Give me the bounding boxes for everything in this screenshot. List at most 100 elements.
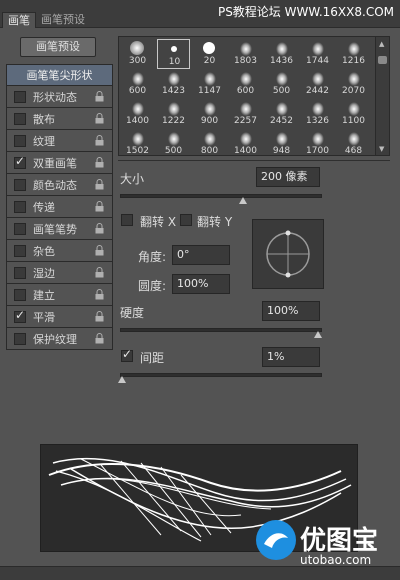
brush-tip-thumbnail: [240, 102, 252, 116]
lock-icon[interactable]: [95, 289, 104, 300]
brush-tip-cell[interactable]: 1423: [157, 69, 190, 99]
option-checkbox[interactable]: [14, 135, 26, 147]
option-checkbox[interactable]: [14, 308, 26, 323]
brush-tip-cell[interactable]: 948: [265, 129, 298, 153]
brush-tip-cell[interactable]: 2070: [337, 69, 370, 99]
hardness-slider-track[interactable]: [120, 328, 322, 332]
brush-tip-cell[interactable]: 600: [121, 69, 154, 99]
option-checkbox[interactable]: [14, 91, 26, 103]
brush-tip-cell[interactable]: 1400: [121, 99, 154, 129]
brush-tip-cell[interactable]: 1502: [121, 129, 154, 153]
spacing-field[interactable]: 1%: [262, 347, 320, 367]
flip-x-label: 翻转 X: [140, 215, 177, 229]
option-checkbox[interactable]: [14, 179, 26, 191]
lock-icon[interactable]: [95, 245, 104, 256]
watermark-text: PS教程论坛 WWW.16XX8.COM: [217, 5, 394, 19]
flip-x-checkbox[interactable]: [121, 214, 133, 226]
brush-tip-cell[interactable]: 2257: [229, 99, 262, 129]
brush-tip-cell[interactable]: 300: [121, 39, 154, 69]
flip-y-checkbox[interactable]: [180, 214, 192, 226]
option-checkbox[interactable]: [14, 154, 26, 169]
option-brush-tip-shape[interactable]: 画笔笔尖形状: [6, 64, 113, 86]
grid-scrollbar[interactable]: ▲ ▼: [375, 37, 389, 155]
brush-tip-thumbnail: [276, 72, 288, 86]
brush-tip-cell[interactable]: 600: [229, 69, 262, 99]
brush-tip-cell[interactable]: 1222: [157, 99, 190, 129]
brush-tip-cell[interactable]: 1147: [193, 69, 226, 99]
brush-tip-thumbnail: [348, 72, 360, 86]
option-row[interactable]: 建立: [6, 284, 113, 306]
brush-tip-thumbnail: [168, 132, 180, 146]
spacing-slider-track[interactable]: [120, 373, 322, 377]
lock-icon[interactable]: [95, 91, 104, 102]
brush-tip-cell[interactable]: 1436: [265, 39, 298, 69]
brush-tip-cell[interactable]: 1803: [229, 39, 262, 69]
size-field[interactable]: 200 像素: [256, 167, 320, 187]
option-row[interactable]: 湿边: [6, 262, 113, 284]
option-row[interactable]: 纹理: [6, 130, 113, 152]
option-checkbox[interactable]: [14, 267, 26, 279]
brush-tip-cell[interactable]: 20: [193, 39, 226, 69]
lock-icon[interactable]: [95, 113, 104, 124]
brush-tip-cell[interactable]: 2442: [301, 69, 334, 99]
lock-icon[interactable]: [95, 201, 104, 212]
angle-roundness-widget[interactable]: [252, 219, 324, 289]
lock-icon[interactable]: [95, 311, 104, 322]
brush-tip-cell[interactable]: 800: [193, 129, 226, 153]
size-slider-knob[interactable]: [238, 197, 247, 205]
option-row[interactable]: 保护纹理: [6, 328, 113, 350]
option-checkbox[interactable]: [14, 201, 26, 213]
hardness-slider-knob[interactable]: [314, 331, 322, 339]
scroll-down-arrow-icon[interactable]: ▼: [379, 145, 384, 153]
scroll-up-arrow-icon[interactable]: ▲: [379, 40, 384, 48]
brush-tip-cell[interactable]: 1326: [301, 99, 334, 129]
tab-brush[interactable]: 画笔: [2, 12, 36, 28]
option-row[interactable]: 双重画笔: [6, 152, 113, 174]
tab-brush-presets[interactable]: 画笔预设: [36, 12, 90, 28]
option-row[interactable]: 形状动态: [6, 86, 113, 108]
lock-icon[interactable]: [95, 157, 104, 168]
hardness-field[interactable]: 100%: [262, 301, 320, 321]
brush-tip-cell[interactable]: 1744: [301, 39, 334, 69]
roundness-field[interactable]: 100%: [172, 274, 230, 294]
option-checkbox[interactable]: [14, 223, 26, 235]
brush-presets-button[interactable]: 画笔预设: [20, 37, 96, 57]
lock-icon[interactable]: [95, 267, 104, 278]
brush-tip-grid: 300 10 20 1803 1436 1744 1216 600 1423 1147 600 500…: [118, 36, 390, 156]
option-checkbox[interactable]: [14, 113, 26, 125]
brush-tip-cell[interactable]: 1100: [337, 99, 370, 129]
panel-resize-bar[interactable]: [0, 566, 400, 580]
spacing-slider-knob[interactable]: [117, 376, 126, 384]
lock-icon[interactable]: [95, 223, 104, 234]
spacing-checkbox[interactable]: [121, 347, 133, 362]
utobao-logo-icon: [256, 520, 296, 560]
brush-tip-cell[interactable]: 1400: [229, 129, 262, 153]
brush-tip-thumbnail: [276, 102, 288, 116]
brush-tip-size: 1744: [306, 56, 329, 66]
brush-tip-cell[interactable]: 500: [265, 69, 298, 99]
size-slider-track[interactable]: [120, 194, 322, 198]
option-row[interactable]: 传递: [6, 196, 113, 218]
brush-tip-cell[interactable]: 468: [337, 129, 370, 153]
option-label: 建立: [33, 289, 55, 302]
brush-tip-cell[interactable]: 1216: [337, 39, 370, 69]
option-row[interactable]: 画笔笔势: [6, 218, 113, 240]
lock-icon[interactable]: [95, 333, 104, 344]
option-row[interactable]: 平滑: [6, 306, 113, 328]
option-label: 颜色动态: [33, 179, 77, 192]
brush-tip-cell[interactable]: 900: [193, 99, 226, 129]
option-row[interactable]: 颜色动态: [6, 174, 113, 196]
option-checkbox[interactable]: [14, 245, 26, 257]
option-checkbox[interactable]: [14, 289, 26, 301]
option-row[interactable]: 杂色: [6, 240, 113, 262]
brush-tip-cell[interactable]: 10: [157, 39, 190, 69]
brush-tip-cell[interactable]: 500: [157, 129, 190, 153]
brush-tip-cell[interactable]: 1700: [301, 129, 334, 153]
scroll-thumb[interactable]: [378, 56, 387, 64]
angle-field[interactable]: 0°: [172, 245, 230, 265]
lock-icon[interactable]: [95, 135, 104, 146]
lock-icon[interactable]: [95, 179, 104, 190]
option-row[interactable]: 散布: [6, 108, 113, 130]
option-checkbox[interactable]: [14, 333, 26, 345]
brush-tip-cell[interactable]: 2452: [265, 99, 298, 129]
